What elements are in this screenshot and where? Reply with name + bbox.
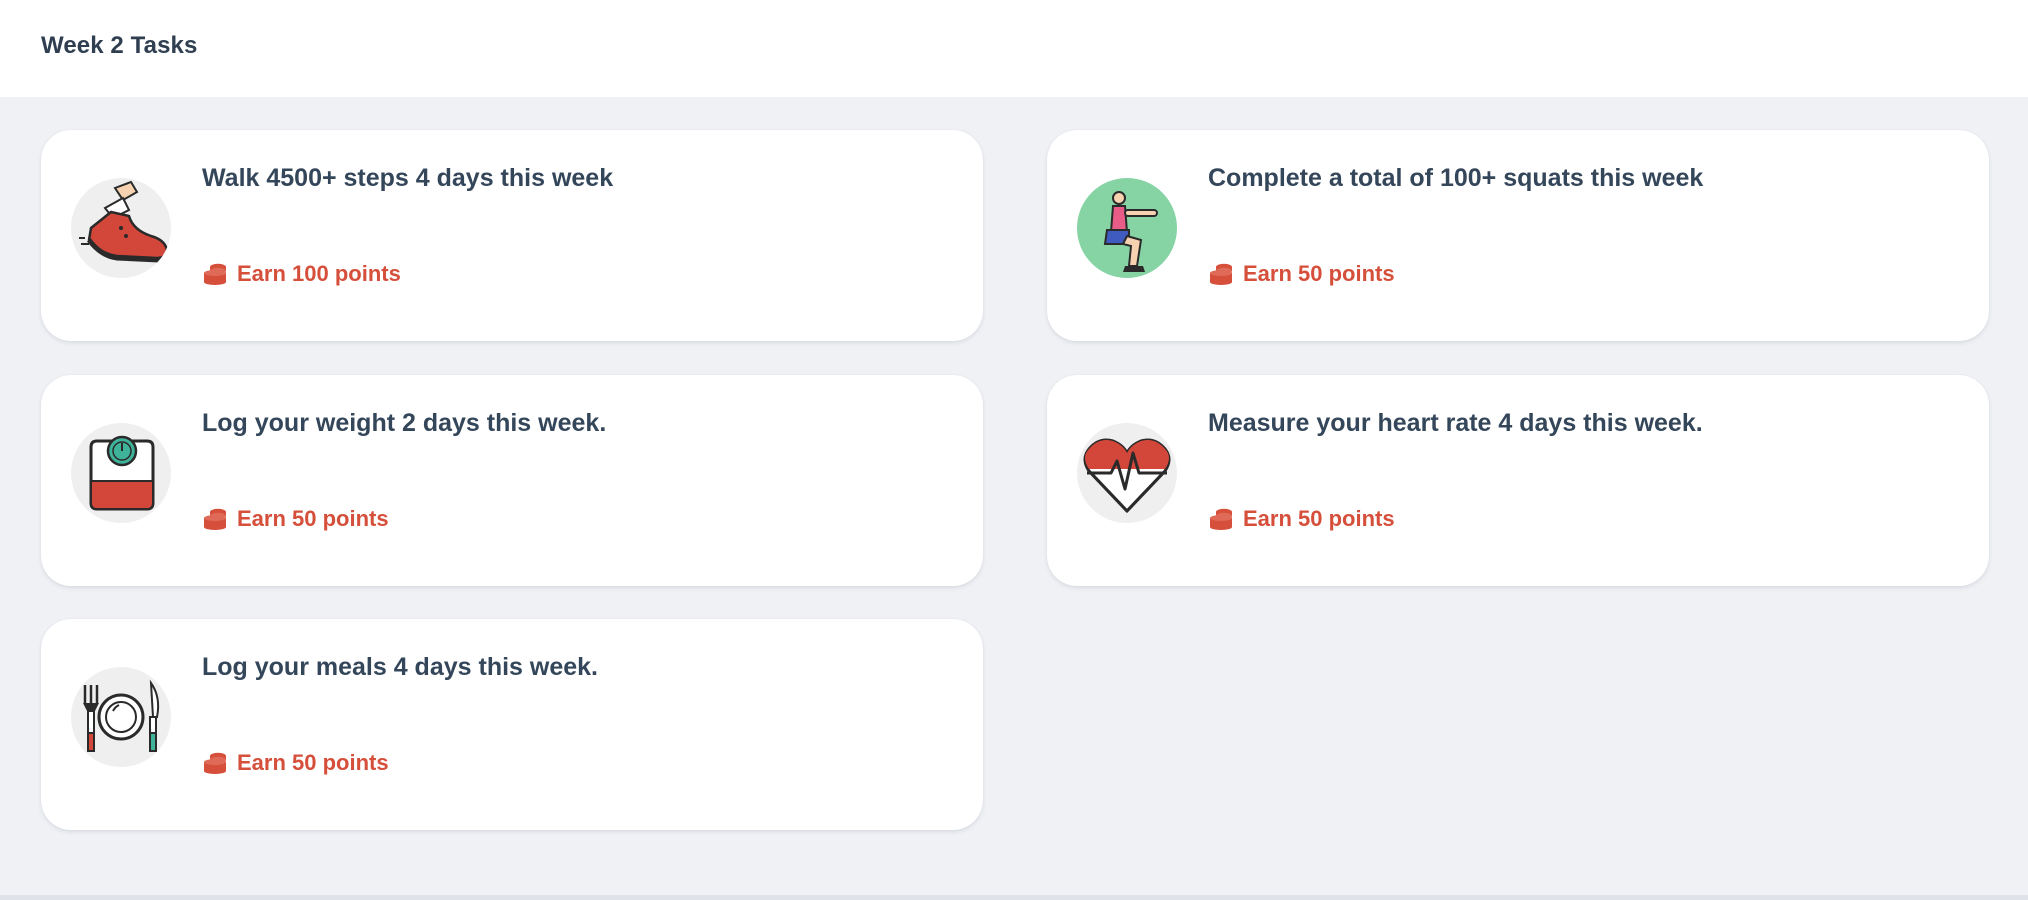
coins-icon: [202, 262, 228, 286]
task-list: Walk 4500+ steps 4 days this week Earn 1…: [0, 97, 2028, 895]
task-title: Log your weight 2 days this week.: [202, 409, 607, 437]
points-label: Earn 50 points: [237, 506, 389, 531]
bottom-divider: [0, 895, 2028, 900]
task-title: Walk 4500+ steps 4 days this week: [202, 164, 614, 192]
task-card-heart-rate[interactable]: Measure your heart rate 4 days this week…: [1047, 375, 1989, 586]
points-reward: Earn 50 points: [1208, 506, 1395, 532]
points-label: Earn 50 points: [1243, 261, 1395, 286]
points-label: Earn 50 points: [237, 750, 389, 775]
points-reward: Earn 50 points: [202, 506, 389, 532]
task-card-weight[interactable]: Log your weight 2 days this week. Earn 5…: [41, 375, 983, 586]
meal-icon: [71, 667, 171, 767]
heart-rate-icon: [1077, 423, 1177, 523]
task-card-steps[interactable]: Walk 4500+ steps 4 days this week Earn 1…: [41, 130, 983, 341]
points-label: Earn 100 points: [237, 261, 401, 286]
squat-icon: [1077, 178, 1177, 278]
points-reward: Earn 50 points: [202, 750, 389, 776]
page-title: Week 2 Tasks: [41, 32, 198, 59]
points-label: Earn 50 points: [1243, 506, 1395, 531]
page-header: Week 2 Tasks: [0, 0, 2028, 97]
coins-icon: [202, 751, 228, 775]
task-title: Measure your heart rate 4 days this week…: [1208, 409, 1703, 437]
points-reward: Earn 100 points: [202, 261, 401, 287]
points-reward: Earn 50 points: [1208, 261, 1395, 287]
task-card-squats[interactable]: Complete a total of 100+ squats this wee…: [1047, 130, 1989, 341]
coins-icon: [1208, 507, 1234, 531]
sneaker-icon: [71, 178, 171, 278]
task-title: Complete a total of 100+ squats this wee…: [1208, 164, 1704, 192]
task-title: Log your meals 4 days this week.: [202, 653, 598, 681]
coins-icon: [1208, 262, 1234, 286]
task-card-meals[interactable]: Log your meals 4 days this week. Earn 50…: [41, 619, 983, 830]
coins-icon: [202, 507, 228, 531]
weight-scale-icon: [71, 423, 171, 523]
